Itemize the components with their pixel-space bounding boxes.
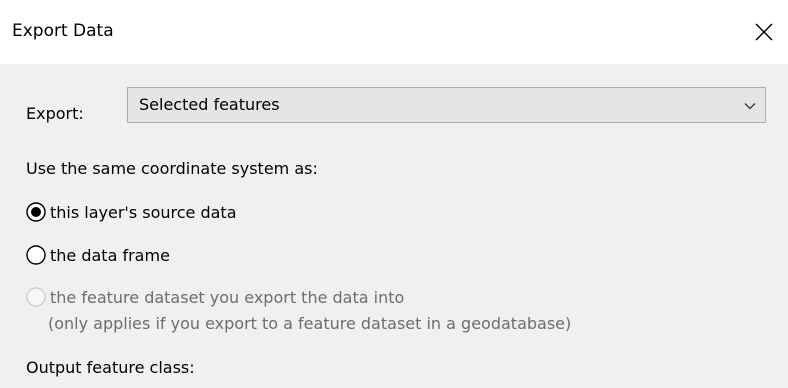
chevron-down-icon <box>744 103 756 110</box>
close-icon <box>755 23 773 41</box>
export-select[interactable]: Selected features <box>127 87 766 123</box>
radio-feature-dataset-label: the feature dataset you export the data … <box>50 287 405 307</box>
radio-data-frame[interactable]: the data frame <box>26 243 170 267</box>
radio-selected-icon[interactable] <box>26 202 46 222</box>
radio-feature-dataset: the feature dataset you export the data … <box>26 285 404 309</box>
close-button[interactable] <box>748 16 780 48</box>
dialog-titlebar: Export Data <box>0 0 788 64</box>
radio-source-data-label: this layer's source data <box>50 202 237 222</box>
coordinate-system-label: Use the same coordinate system as: <box>26 159 318 178</box>
export-label: Export: <box>26 104 84 123</box>
radio-source-data[interactable]: this layer's source data <box>26 200 237 224</box>
dialog-title: Export Data <box>12 21 114 41</box>
feature-dataset-note: (only applies if you export to a feature… <box>48 314 572 333</box>
output-feature-class-label: Output feature class: <box>26 358 195 377</box>
radio-unselected-icon[interactable] <box>26 245 46 265</box>
radio-disabled-icon <box>26 287 46 307</box>
radio-data-frame-label: the data frame <box>50 245 170 265</box>
export-select-value: Selected features <box>139 95 280 114</box>
